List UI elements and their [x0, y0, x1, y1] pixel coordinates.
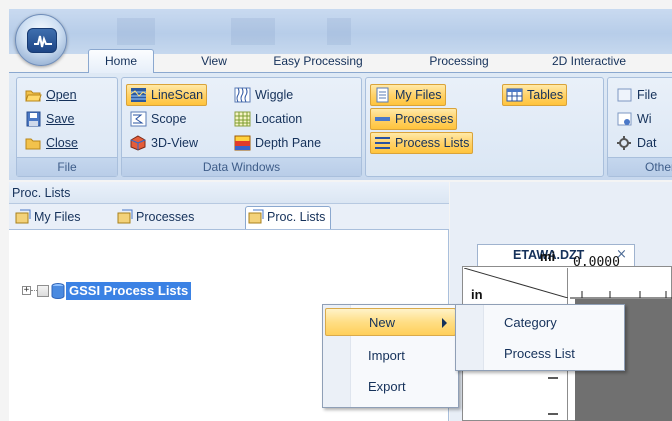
linescan-icon	[130, 88, 147, 102]
floppy-disk-icon	[26, 111, 41, 127]
location-button[interactable]: Location	[230, 108, 306, 130]
open-button[interactable]: Open	[21, 84, 81, 106]
menu-item-new[interactable]: New	[325, 308, 456, 336]
database-icon	[51, 283, 65, 299]
distance-unit-label: mi	[540, 249, 556, 264]
group-panes: My Files Processes Process Lists Tables	[365, 77, 604, 177]
scope-button[interactable]: Scope	[126, 108, 190, 130]
file-icon	[617, 88, 632, 102]
3d-cube-icon	[130, 135, 146, 151]
group-file-label: File	[17, 157, 117, 176]
tab-processes[interactable]: Processes	[115, 207, 194, 229]
tables-button[interactable]: Tables	[502, 84, 568, 106]
tab-proc-lists[interactable]: Proc. Lists	[245, 206, 332, 229]
3d-view-button[interactable]: 3D-View	[126, 132, 202, 154]
panel-tab-strip: My Files Processes Proc. Lists	[9, 204, 449, 230]
wiggle-button[interactable]: Wiggle	[230, 84, 297, 106]
linescan-button[interactable]: LineScan	[126, 84, 208, 106]
my-files-button[interactable]: My Files	[370, 84, 446, 106]
wi-button[interactable]: Wi	[612, 108, 656, 130]
group-other-label: Other	[608, 157, 672, 176]
tab-easy-processing[interactable]: Easy Processing	[262, 50, 374, 72]
processes-icon	[375, 117, 390, 121]
distance-start-value: 0.0000	[573, 255, 620, 270]
dat-button[interactable]: Dat	[612, 132, 660, 154]
my-files-icon	[376, 87, 389, 103]
window-icon	[617, 112, 632, 126]
close-folder-icon	[25, 138, 41, 150]
save-button[interactable]: Save	[21, 108, 79, 130]
submenu-arrow-icon	[442, 318, 447, 328]
tree-item-gssi-process-lists[interactable]: + GSSI Process Lists	[22, 282, 262, 300]
depth-pane-button[interactable]: Depth Pane	[230, 132, 325, 154]
tree-checkbox[interactable]	[37, 285, 49, 297]
tables-icon	[506, 88, 523, 102]
expand-toggle[interactable]: +	[22, 286, 31, 295]
processes-tab-icon	[117, 209, 133, 224]
tab-my-files[interactable]: My Files	[13, 207, 81, 229]
location-grid-icon	[234, 111, 251, 127]
process-lists-icon	[375, 137, 390, 149]
app-window: Home View Easy Processing Processing 2D …	[0, 0, 672, 421]
title-bar	[9, 9, 672, 54]
settings-gear-icon	[617, 136, 631, 150]
ribbon: Open Save Close File LineScan Wiggle Sco…	[9, 72, 672, 180]
tab-view[interactable]: View	[190, 50, 238, 72]
group-other: File Wi Dat Other	[607, 77, 672, 177]
panel-title: Proc. Lists	[9, 182, 449, 204]
tab-processing[interactable]: Processing	[414, 50, 504, 72]
processes-button[interactable]: Processes	[370, 108, 458, 130]
tab-2d-interactive[interactable]: 2D Interactive	[534, 50, 644, 72]
menu-item-export[interactable]: Export	[325, 373, 456, 401]
context-menu: New Import Export	[322, 304, 459, 408]
proc-lists-tab-icon	[248, 209, 264, 224]
distance-ruler-ticks	[570, 291, 672, 299]
new-submenu: Category Process List	[455, 304, 625, 371]
depth-unit-label: in	[471, 287, 483, 302]
submenu-item-process-list[interactable]: Process List	[458, 340, 622, 368]
tree-item-label: GSSI Process Lists	[66, 282, 192, 300]
wiggle-icon	[234, 87, 251, 103]
scope-icon	[130, 111, 147, 127]
group-data-windows-label: Data Windows	[122, 157, 361, 176]
depth-pane-icon	[234, 135, 251, 151]
application-menu-button[interactable]	[15, 14, 67, 66]
open-folder-icon	[25, 90, 42, 102]
my-files-tab-icon	[15, 209, 31, 224]
app-logo-icon	[27, 28, 57, 53]
menu-item-import[interactable]: Import	[325, 342, 456, 370]
process-lists-button[interactable]: Process Lists	[370, 132, 474, 154]
file-button[interactable]: File	[612, 84, 661, 106]
tab-home[interactable]: Home	[88, 49, 154, 73]
group-data-windows: LineScan Wiggle Scope Location 3D-View D…	[121, 77, 362, 177]
group-file: Open Save Close File	[16, 77, 118, 177]
submenu-item-category[interactable]: Category	[458, 309, 622, 337]
close-button[interactable]: Close	[21, 132, 82, 154]
